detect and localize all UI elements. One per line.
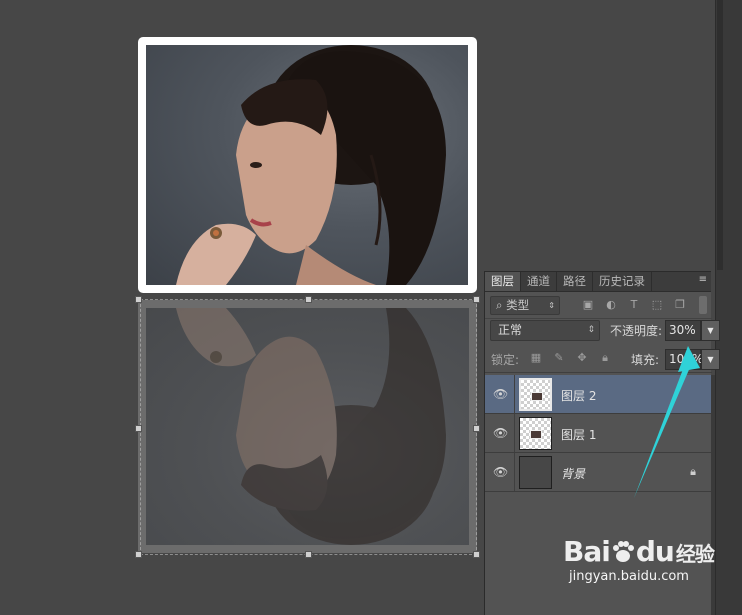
tab-layers[interactable]: 图层 — [485, 272, 521, 291]
logo-text-part2: du — [635, 535, 675, 568]
transform-bounding-box — [140, 299, 477, 555]
transform-handle-bottom-left[interactable] — [135, 551, 142, 558]
layer-thumbnail — [519, 456, 552, 489]
eye-icon[interactable]: 👁︎ — [493, 387, 508, 401]
baidu-logo: Bai du 经验 — [563, 535, 723, 568]
opacity-label: 不透明度: — [610, 324, 663, 338]
transform-handle-middle-right[interactable] — [473, 425, 480, 432]
text-filter-icon[interactable]: T — [626, 297, 642, 313]
lock-transparency-icon[interactable]: ▦ — [529, 351, 543, 365]
opacity-input[interactable]: 30% — [665, 320, 701, 341]
filter-kind-select[interactable]: ⌕ 类型 ⇕ — [490, 296, 560, 315]
lock-position-icon[interactable]: ✥ — [575, 351, 589, 365]
tab-history[interactable]: 历史记录 — [593, 272, 652, 291]
eye-icon[interactable]: 👁︎ — [493, 426, 508, 440]
portrait-illustration — [176, 45, 446, 285]
layer-thumbnail — [519, 378, 552, 411]
shape-filter-icon[interactable]: ⬚ — [649, 297, 665, 313]
layer-row-layer-1[interactable]: 👁︎ 图层 1 — [485, 414, 712, 453]
lock-all-icon[interactable]: 🔒︎ — [598, 351, 612, 365]
fill-input[interactable]: 100% — [665, 349, 703, 370]
transform-handle-bottom-right[interactable] — [473, 551, 480, 558]
logo-text-part1: Bai — [563, 535, 611, 568]
layer-row-layer-2[interactable]: 👁︎ 图层 2 — [485, 375, 712, 414]
lock-label: 锁定: — [491, 353, 520, 367]
eye-icon[interactable]: 👁︎ — [493, 465, 508, 479]
transform-handle-bottom-center[interactable] — [305, 551, 312, 558]
layer-name[interactable]: 背景 — [561, 465, 585, 482]
fill-dropdown-icon[interactable]: ▼ — [701, 349, 720, 370]
updown-icon: ⇕ — [548, 301, 555, 310]
lock-icon: 🔒︎ — [690, 465, 696, 478]
lock-row: 锁定: ▦ ✎ ✥ 🔒︎ 填充: 100% ▼ — [485, 346, 720, 373]
panel-tabs: 图层 通道 路径 历史记录 ≡ — [485, 272, 711, 292]
photo-layer-original[interactable] — [138, 37, 477, 293]
tab-channels[interactable]: 通道 — [521, 272, 557, 291]
logo-cn-text: 经验 — [675, 542, 715, 566]
layer-row-background[interactable]: 👁︎ 背景 🔒︎ — [485, 453, 712, 492]
adjustment-filter-icon[interactable]: ◐ — [603, 297, 619, 313]
blend-mode-value: 正常 — [498, 323, 523, 337]
opacity-dropdown-icon[interactable]: ▼ — [701, 320, 720, 341]
thumbnail-photo — [531, 392, 543, 401]
panel-menu-icon[interactable]: ≡ — [699, 274, 707, 285]
layer-name[interactable]: 图层 1 — [561, 426, 596, 443]
layer-thumbnail — [519, 417, 552, 450]
blend-mode-select[interactable]: 正常 ⇕ — [490, 320, 600, 341]
transform-handle-top-center[interactable] — [305, 296, 312, 303]
transform-handle-top-right[interactable] — [473, 296, 480, 303]
photo-image — [146, 45, 468, 285]
filter-toggle[interactable] — [699, 296, 707, 314]
search-icon: ⌕ — [496, 298, 503, 312]
transform-handle-middle-left[interactable] — [135, 425, 142, 432]
transform-handle-top-left[interactable] — [135, 296, 142, 303]
updown-icon: ⇕ — [587, 325, 595, 335]
filter-kind-label: 类型 — [506, 298, 530, 312]
image-filter-icon[interactable]: ▣ — [580, 297, 596, 313]
baidu-watermark: Bai du 经验 jingyan.baidu.com — [563, 535, 723, 595]
paw-icon — [612, 541, 634, 562]
watermark-url: jingyan.baidu.com — [569, 569, 689, 584]
tab-paths[interactable]: 路径 — [557, 272, 593, 291]
document-scroll-thumb[interactable] — [717, 0, 723, 270]
layer-name[interactable]: 图层 2 — [561, 387, 596, 404]
blend-row: 正常 ⇕ 不透明度: 30% ▼ — [485, 320, 720, 346]
thumbnail-photo — [530, 430, 542, 439]
smart-object-filter-icon[interactable]: ❐ — [672, 297, 688, 313]
layer-filter-row: ⌕ 类型 ⇕ ▣ ◐ T ⬚ ❐ — [485, 293, 712, 319]
fill-label: 填充: — [631, 353, 660, 367]
lock-pixels-icon[interactable]: ✎ — [552, 351, 566, 365]
